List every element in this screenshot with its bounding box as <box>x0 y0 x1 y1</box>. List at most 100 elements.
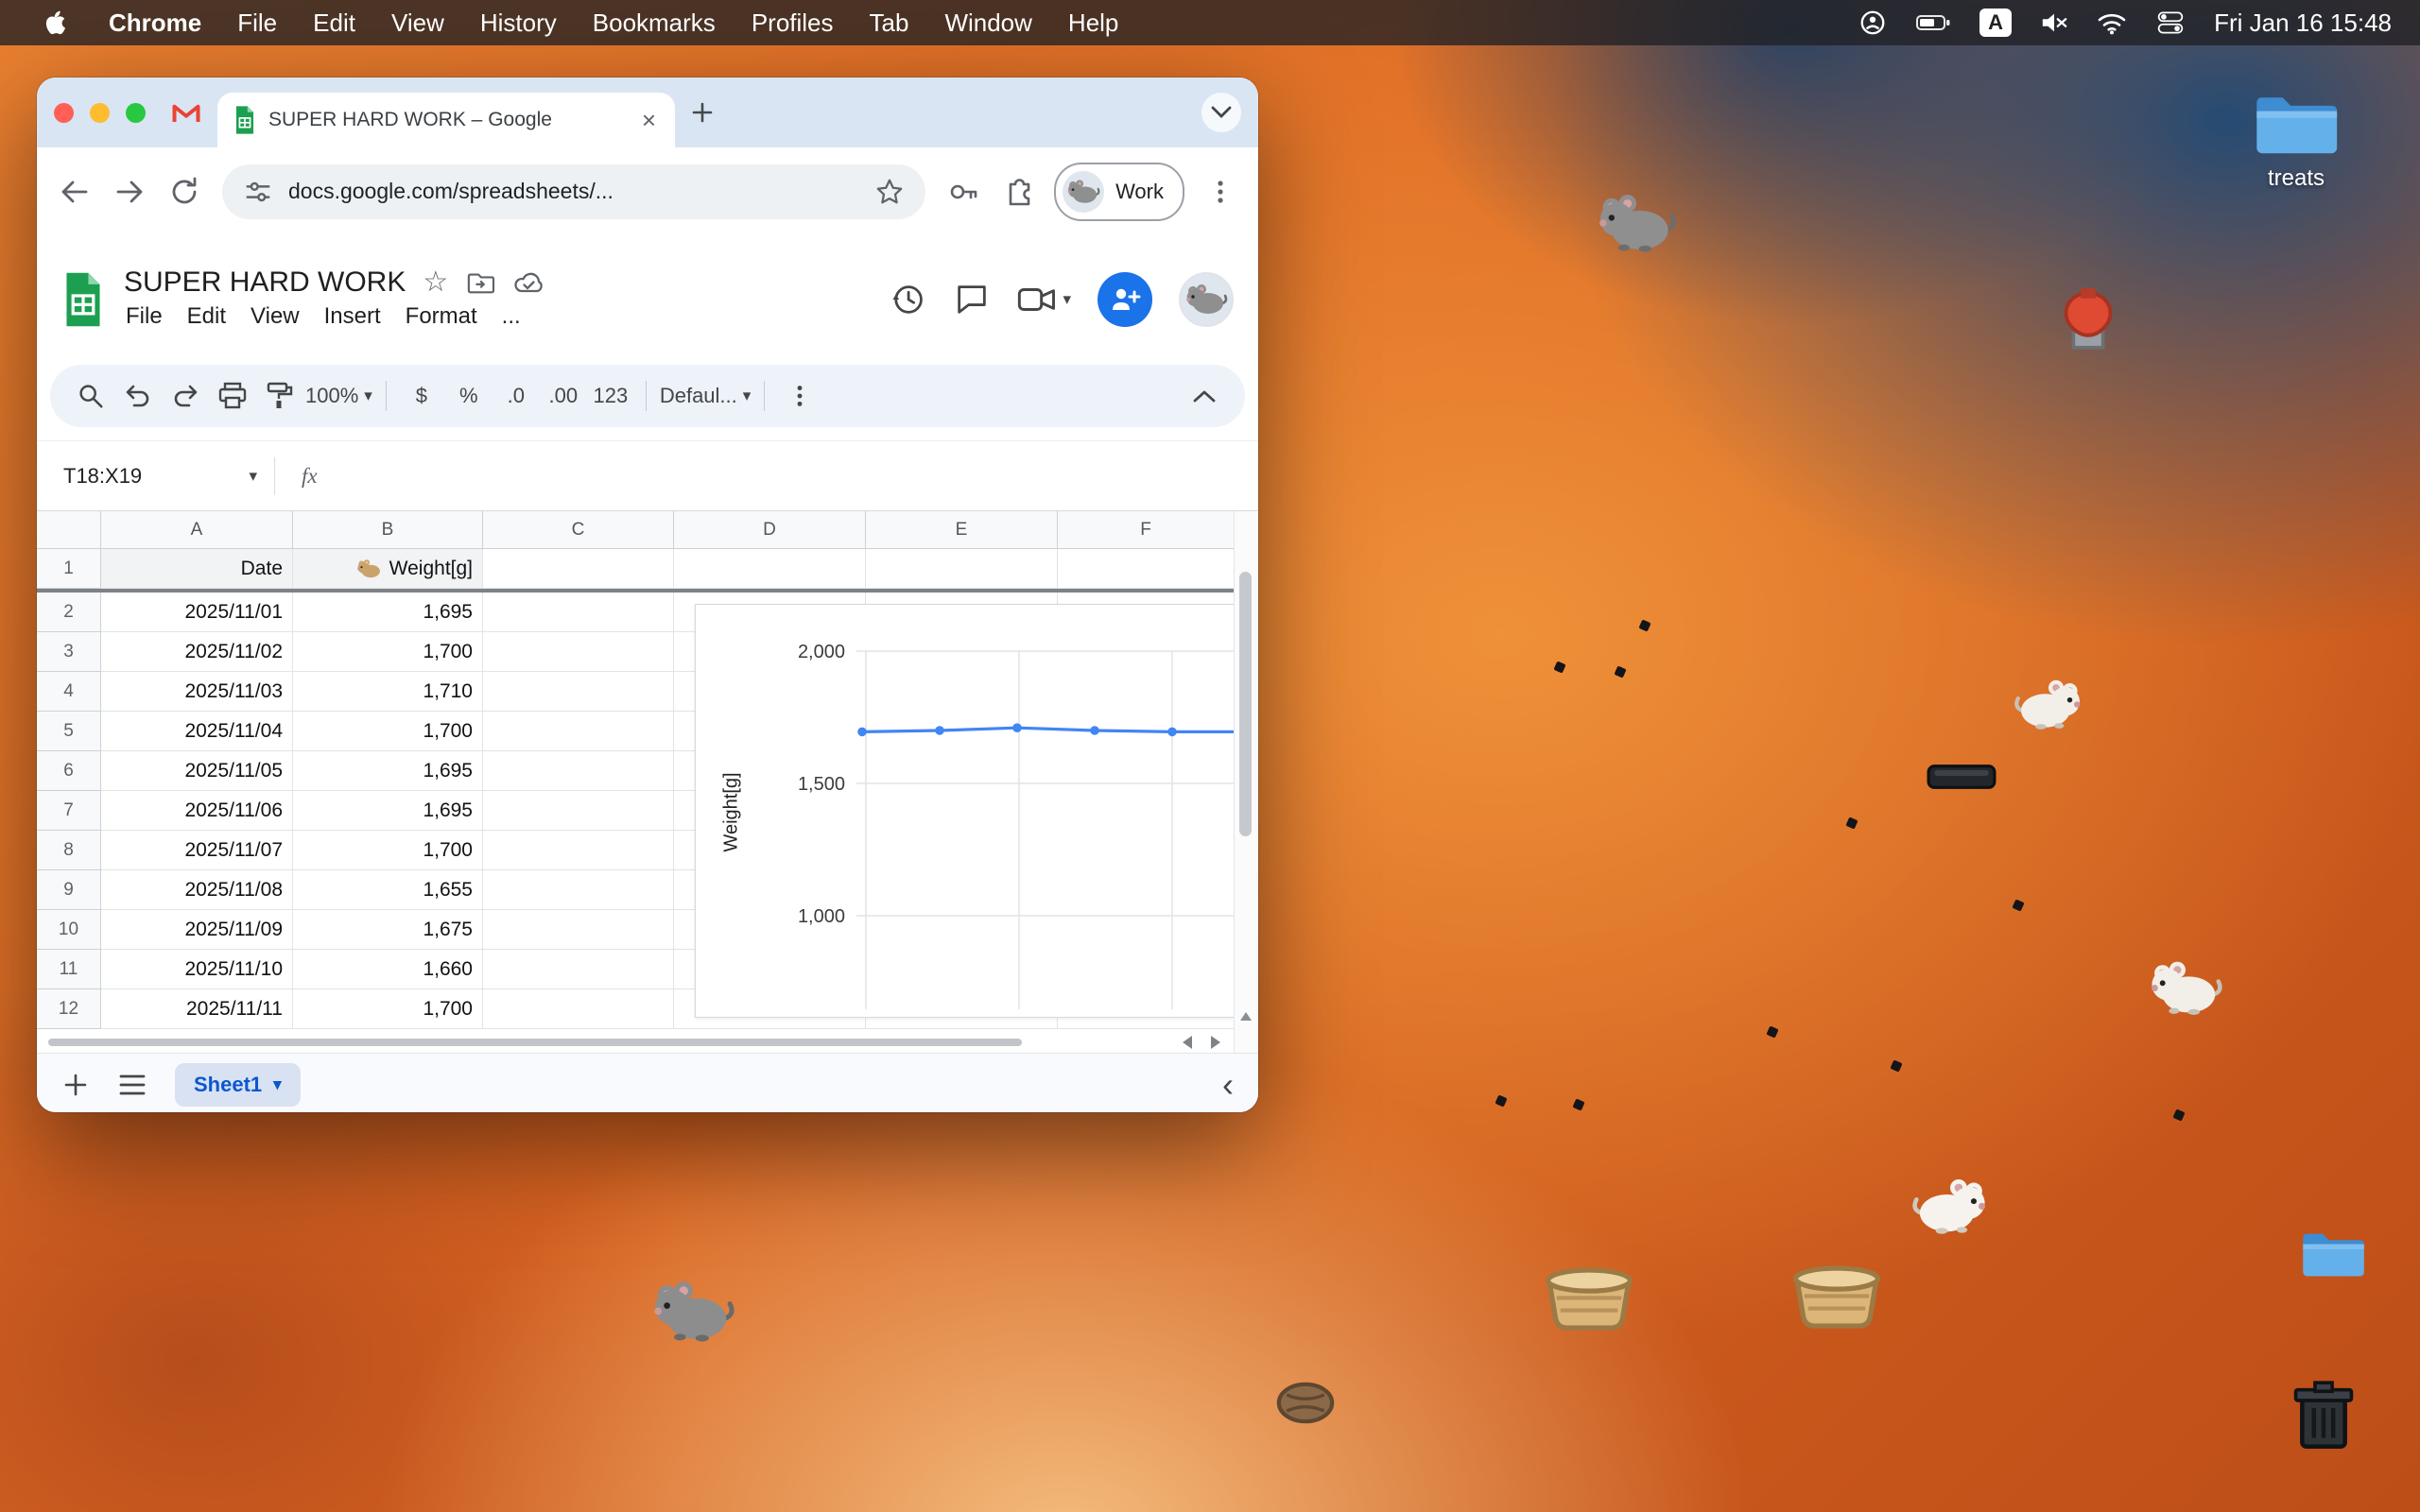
sheets-menu-item[interactable]: Insert <box>312 301 393 333</box>
number-format-button[interactable]: 123 <box>589 373 632 419</box>
cell-date[interactable]: 2025/11/04 <box>101 712 293 751</box>
menubar-item[interactable]: History <box>462 0 575 45</box>
trash-bin-icon[interactable] <box>2286 1380 2361 1458</box>
cell[interactable] <box>483 910 674 950</box>
undo-icon[interactable] <box>116 373 160 419</box>
menubar-clock[interactable]: Fri Jan 16 15:48 <box>2214 9 2392 38</box>
password-key-icon[interactable] <box>939 167 988 216</box>
cell-weight[interactable]: 1,660 <box>293 950 483 989</box>
desktop-folder-treats[interactable]: treats <box>2244 91 2348 192</box>
cell-weight[interactable]: 1,700 <box>293 632 483 672</box>
cell[interactable] <box>483 989 674 1029</box>
bowl-icon[interactable] <box>1537 1261 1641 1340</box>
row-header[interactable]: 5 <box>37 712 101 751</box>
row-header[interactable]: 1 <box>37 549 101 589</box>
meet-button[interactable]: ▾ <box>1017 284 1071 316</box>
menubar-item[interactable]: Tab <box>852 0 927 45</box>
decrease-decimals-button[interactable]: .0 <box>494 373 538 419</box>
menubar-item[interactable]: Help <box>1050 0 1136 45</box>
row-header[interactable]: 6 <box>37 751 101 791</box>
cell[interactable] <box>483 672 674 712</box>
pinned-tab-gmail[interactable] <box>172 77 200 147</box>
column-header-c[interactable]: C <box>483 511 674 549</box>
name-box[interactable]: T18:X19 ▾ <box>48 464 267 489</box>
cell[interactable] <box>1058 549 1235 589</box>
collapse-toolbar-icon[interactable] <box>1183 373 1226 419</box>
forward-button[interactable] <box>105 167 154 216</box>
menubar-item[interactable]: Chrome <box>91 0 219 45</box>
column-header-a[interactable]: A <box>101 511 293 549</box>
cell[interactable] <box>483 593 674 632</box>
cell-date[interactable]: 2025/11/01 <box>101 593 293 632</box>
address-bar[interactable]: docs.google.com/spreadsheets/... <box>222 164 925 219</box>
hamster-icon[interactable] <box>2014 679 2083 735</box>
format-currency-button[interactable]: $ <box>400 373 443 419</box>
seed-large-icon[interactable] <box>1276 1382 1335 1429</box>
cell[interactable] <box>674 549 866 589</box>
column-header-d[interactable]: D <box>674 511 866 549</box>
cell-weight[interactable]: 1,675 <box>293 910 483 950</box>
all-sheets-menu-icon[interactable] <box>118 1073 147 1097</box>
row-header[interactable]: 3 <box>37 632 101 672</box>
bowl-icon[interactable] <box>1785 1259 1889 1338</box>
cell-date[interactable]: 2025/11/06 <box>101 791 293 831</box>
zoom-select[interactable]: 100%▾ <box>305 373 372 419</box>
cell[interactable] <box>483 791 674 831</box>
menubar-item[interactable]: Window <box>926 0 1049 45</box>
vertical-scrollbar-thumb[interactable] <box>1239 572 1252 836</box>
strawberry-icon[interactable] <box>2057 284 2119 357</box>
cell[interactable] <box>483 712 674 751</box>
cell-date[interactable]: 2025/11/02 <box>101 632 293 672</box>
sheetbar-scroll-left-icon[interactable]: ‹ <box>1222 1068 1234 1102</box>
column-header-f[interactable]: F <box>1058 511 1235 549</box>
browser-menu-icon[interactable] <box>1196 167 1245 216</box>
cell-b1[interactable]: Weight[g] <box>293 549 483 589</box>
format-percent-button[interactable]: % <box>447 373 491 419</box>
row-header[interactable]: 2 <box>37 593 101 632</box>
cell-weight[interactable]: 1,695 <box>293 593 483 632</box>
row-header[interactable]: 7 <box>37 791 101 831</box>
profile-chip[interactable]: Work <box>1054 163 1184 221</box>
row-header[interactable]: 9 <box>37 870 101 910</box>
redo-icon[interactable] <box>164 373 207 419</box>
scroll-up-arrow-icon[interactable] <box>1240 1012 1252 1021</box>
cell-date[interactable]: 2025/11/09 <box>101 910 293 950</box>
menubar-item[interactable]: File <box>219 0 295 45</box>
scroll-right-arrow-icon[interactable] <box>1211 1036 1220 1049</box>
desktop-folder-small[interactable] <box>2295 1228 2371 1285</box>
mute-icon[interactable] <box>2040 10 2068 35</box>
close-window-button[interactable] <box>54 103 74 123</box>
weight-chart[interactable]: 2,0001,5001,000 Weight[g] <box>695 604 1235 1018</box>
back-button[interactable] <box>50 167 99 216</box>
column-header-b[interactable]: B <box>293 511 483 549</box>
extensions-icon[interactable] <box>994 167 1043 216</box>
sheets-menu-item[interactable]: File <box>124 301 175 333</box>
document-title[interactable]: SUPER HARD WORK <box>124 266 406 299</box>
cell-date[interactable]: 2025/11/05 <box>101 751 293 791</box>
row-header[interactable]: 11 <box>37 950 101 989</box>
bookmark-star-icon[interactable] <box>874 177 905 207</box>
search-menus-icon[interactable] <box>69 373 112 419</box>
print-icon[interactable] <box>211 373 254 419</box>
cell[interactable] <box>483 870 674 910</box>
row-header[interactable]: 12 <box>37 989 101 1029</box>
hamster-icon[interactable] <box>2148 960 2223 1021</box>
sheets-menu-item[interactable]: ... <box>490 301 533 333</box>
row-header[interactable]: 10 <box>37 910 101 950</box>
menubar-item[interactable]: Edit <box>295 0 373 45</box>
input-source-icon[interactable]: A <box>1979 9 2012 37</box>
tab-search-button[interactable] <box>1201 93 1241 132</box>
paint-format-icon[interactable] <box>258 373 302 419</box>
formula-input[interactable] <box>337 441 1247 510</box>
star-document-icon[interactable]: ☆ <box>423 266 448 299</box>
scroll-left-arrow-icon[interactable] <box>1183 1036 1192 1049</box>
menubar-item[interactable]: View <box>373 0 462 45</box>
cell-date[interactable]: 2025/11/10 <box>101 950 293 989</box>
menubar-item[interactable]: Profiles <box>734 0 852 45</box>
horizontal-scrollbar-thumb[interactable] <box>48 1039 1022 1046</box>
control-center-icon[interactable] <box>2155 9 2186 37</box>
cell-weight[interactable]: 1,700 <box>293 712 483 751</box>
cell-weight[interactable]: 1,695 <box>293 791 483 831</box>
minimize-window-button[interactable] <box>90 103 110 123</box>
cell[interactable] <box>483 831 674 870</box>
